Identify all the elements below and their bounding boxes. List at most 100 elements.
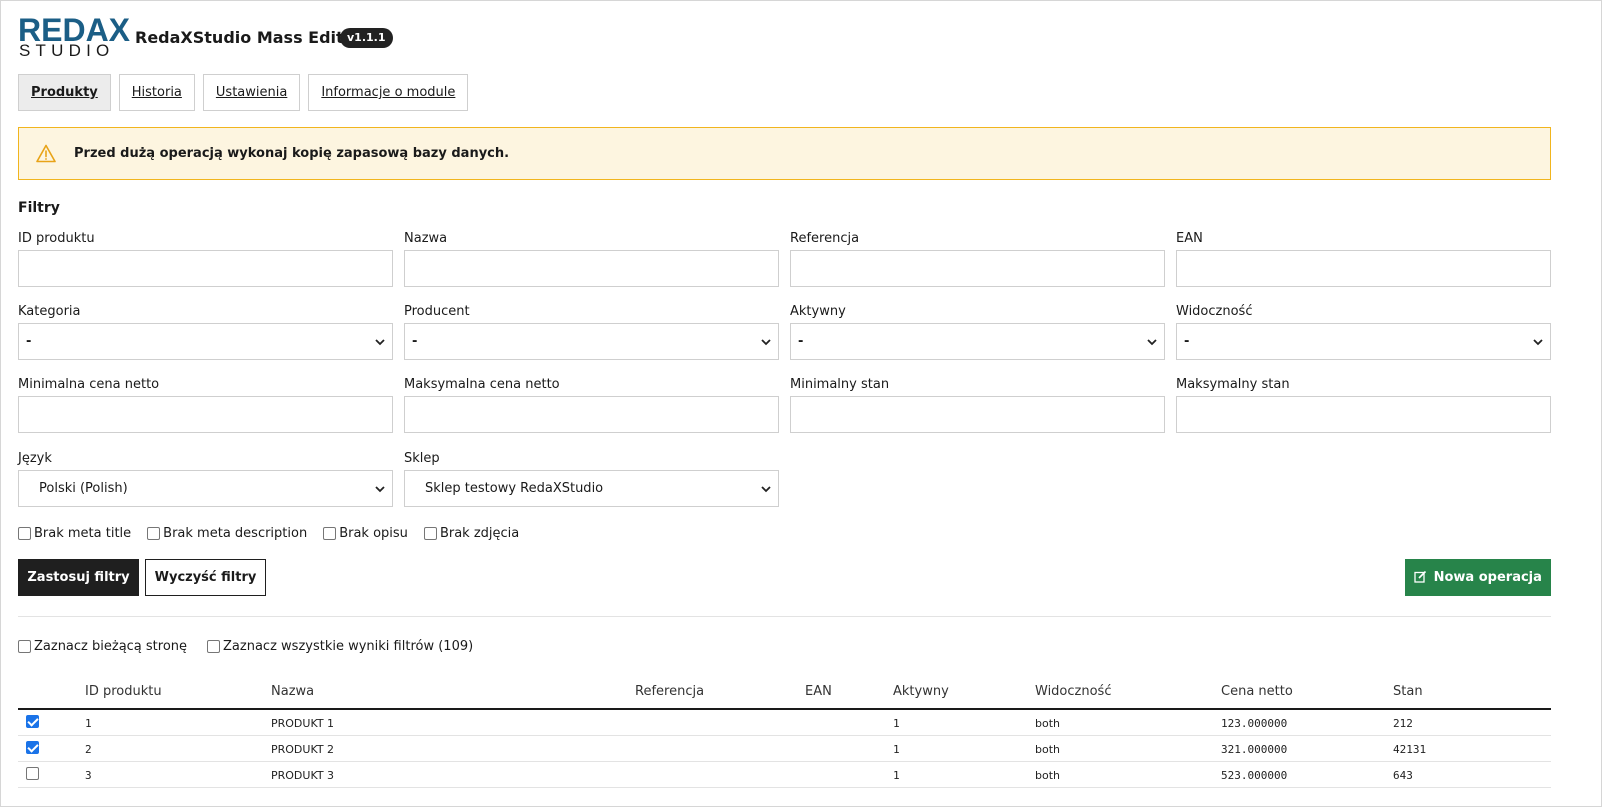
tab-produkty[interactable]: Produkty <box>18 74 111 111</box>
cell-visibility: both <box>1035 769 1060 782</box>
cell-stock: 42131 <box>1393 743 1427 756</box>
select-current-page[interactable]: Zaznacz bieżącą stronę <box>18 639 187 654</box>
clear-filters-button[interactable]: Wyczyść filtry <box>145 559 266 596</box>
max-price-input[interactable] <box>404 396 779 433</box>
tab-historia[interactable]: Historia <box>118 74 195 111</box>
divider <box>18 616 1551 617</box>
max-stock-input[interactable] <box>1176 396 1551 433</box>
cell-name: PRODUKT 3 <box>271 769 335 782</box>
alert-text: Przed dużą operacją wykonaj kopię zapaso… <box>74 146 510 161</box>
checkbox[interactable] <box>207 640 221 653</box>
filter-max-stock: Maksymalny stan <box>1176 376 1551 433</box>
header-price[interactable]: Cena netto <box>1221 684 1293 699</box>
filter-visibility: Widoczność - <box>1176 303 1551 360</box>
cell-stock: 643 <box>1393 769 1413 782</box>
tab-informacje[interactable]: Informacje o module <box>308 74 469 111</box>
missing-meta-description[interactable]: Brak meta description <box>147 524 307 542</box>
new-operation-button[interactable]: Nowa operacja <box>1405 559 1551 596</box>
shop-select[interactable]: Sklep testowy RedaXStudio <box>404 470 779 507</box>
product-id-label: ID produktu <box>18 231 95 246</box>
chevron-down-icon <box>375 486 385 493</box>
products-table: ID produktu Nazwa Referencja EAN Aktywny… <box>18 680 1551 788</box>
ean-input[interactable] <box>1176 250 1551 287</box>
header-ean[interactable]: EAN <box>805 684 832 699</box>
filter-reference: Referencja <box>790 230 1165 287</box>
reference-input[interactable] <box>790 250 1165 287</box>
cell-visibility: both <box>1035 743 1060 756</box>
header-active[interactable]: Aktywny <box>893 684 949 699</box>
cell-price: 523.000000 <box>1221 769 1288 782</box>
cell-stock: 212 <box>1393 717 1413 730</box>
missing-image-label: Brak zdjęcia <box>439 525 520 541</box>
reference-label: Referencja <box>790 231 860 246</box>
apply-filters-button[interactable]: Zastosuj filtry <box>18 559 139 596</box>
filter-max-price: Maksymalna cena netto <box>404 376 779 433</box>
missing-description[interactable]: Brak opisu <box>323 524 408 542</box>
manufacturer-label: Producent <box>404 304 470 319</box>
backup-alert: Przed dużą operacją wykonaj kopię zapaso… <box>18 127 1551 180</box>
shop-label: Sklep <box>404 451 440 466</box>
chevron-down-icon <box>761 339 771 346</box>
chevron-down-icon <box>761 486 771 493</box>
filter-name: Nazwa <box>404 230 779 287</box>
header-reference[interactable]: Referencja <box>635 684 704 699</box>
app-title: RedaXStudio Mass Edit <box>135 28 344 47</box>
cell-active: 1 <box>893 743 900 756</box>
row-checkbox[interactable] <box>26 715 39 731</box>
select-all-results[interactable]: Zaznacz wszystkie wyniki filtrów (109) <box>207 639 473 654</box>
category-select[interactable]: - <box>18 323 393 360</box>
min-price-input[interactable] <box>18 396 393 433</box>
language-value: Polski (Polish) <box>39 481 128 496</box>
cell-id: 2 <box>85 743 92 756</box>
category-value: - <box>26 334 32 349</box>
manufacturer-select[interactable]: - <box>404 323 779 360</box>
filter-min-stock: Minimalny stan <box>790 376 1165 433</box>
filters-title: Filtry <box>18 200 60 216</box>
filter-min-price: Minimalna cena netto <box>18 376 393 433</box>
cell-id: 1 <box>85 717 92 730</box>
max-price-label: Maksymalna cena netto <box>404 377 560 392</box>
row-checkbox[interactable] <box>26 767 39 783</box>
filter-ean: EAN <box>1176 230 1551 287</box>
missing-data-filters: Brak meta title Brak meta description Br… <box>18 524 519 542</box>
tabs: Produkty Historia Ustawienia Informacje … <box>18 74 469 111</box>
cell-name: PRODUKT 1 <box>271 717 335 730</box>
filter-category: Kategoria - <box>18 303 393 360</box>
checkbox[interactable] <box>423 526 437 540</box>
selection-controls: Zaznacz bieżącą stronę Zaznacz wszystkie… <box>18 639 473 654</box>
missing-image[interactable]: Brak zdjęcia <box>423 524 520 542</box>
table-row[interactable]: 1 PRODUKT 1 1 both 123.000000 212 <box>18 710 1551 736</box>
table-row[interactable]: 2 PRODUKT 2 1 both 321.000000 42131 <box>18 736 1551 762</box>
min-stock-label: Minimalny stan <box>790 377 890 392</box>
tab-ustawienia[interactable]: Ustawienia <box>202 74 301 111</box>
checkbox[interactable] <box>18 526 31 540</box>
checkbox[interactable] <box>147 526 161 540</box>
missing-meta-title[interactable]: Brak meta title <box>18 524 131 542</box>
name-input[interactable] <box>404 250 779 287</box>
checkbox[interactable] <box>323 526 337 540</box>
manufacturer-value: - <box>412 334 418 349</box>
chevron-down-icon <box>1147 339 1157 346</box>
header-name[interactable]: Nazwa <box>271 684 314 699</box>
cell-active: 1 <box>893 769 900 782</box>
filter-active: Aktywny - <box>790 303 1165 360</box>
checkbox[interactable] <box>18 640 31 653</box>
min-stock-input[interactable] <box>790 396 1165 433</box>
header-visibility[interactable]: Widoczność <box>1035 684 1111 699</box>
filter-manufacturer: Producent - <box>404 303 779 360</box>
row-checkbox[interactable] <box>26 741 39 757</box>
missing-meta-title-label: Brak meta title <box>34 525 132 541</box>
chevron-down-icon <box>1533 339 1543 346</box>
table-row[interactable]: 3 PRODUKT 3 1 both 523.000000 643 <box>18 762 1551 788</box>
logo: REDAX STUDIO <box>18 14 130 60</box>
active-select[interactable]: - <box>790 323 1165 360</box>
product-id-input[interactable] <box>18 250 393 287</box>
header-stock[interactable]: Stan <box>1393 684 1423 699</box>
language-select[interactable]: Polski (Polish) <box>18 470 393 507</box>
active-label: Aktywny <box>790 304 846 319</box>
header-product-id[interactable]: ID produktu <box>85 684 162 699</box>
ean-label: EAN <box>1176 231 1203 246</box>
visibility-select[interactable]: - <box>1176 323 1551 360</box>
cell-price: 321.000000 <box>1221 743 1288 756</box>
header: REDAX STUDIO RedaXStudio Mass Edit v1.1.… <box>18 14 618 60</box>
